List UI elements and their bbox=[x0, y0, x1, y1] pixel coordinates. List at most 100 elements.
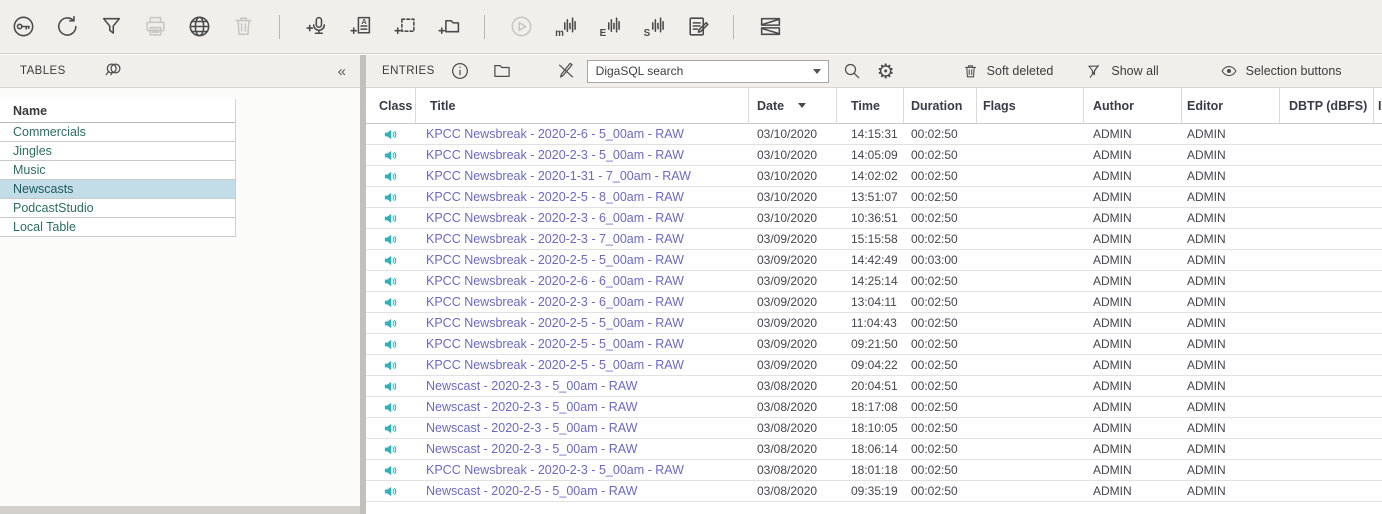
speaker-icon[interactable] bbox=[383, 442, 398, 457]
table-row[interactable]: Newscast - 2020-2-5 - 5_00am - RAW 03/08… bbox=[366, 481, 1382, 502]
clear-search-icon[interactable] bbox=[555, 60, 577, 82]
row-date: 03/09/2020 bbox=[749, 316, 837, 330]
table-row[interactable]: KPCC Newsbreak - 2020-2-6 - 5_00am - RAW… bbox=[366, 124, 1382, 145]
sidebar-table-item[interactable]: Commercials bbox=[0, 123, 235, 142]
table-row[interactable]: KPCC Newsbreak - 2020-2-3 - 6_00am - RAW… bbox=[366, 292, 1382, 313]
speaker-icon[interactable] bbox=[383, 169, 398, 184]
row-title: KPCC Newsbreak - 2020-2-3 - 5_00am - RAW bbox=[416, 148, 749, 162]
sidebar-table-item[interactable]: Music bbox=[0, 161, 235, 180]
search-dropdown-icon[interactable] bbox=[813, 69, 821, 74]
speaker-icon[interactable] bbox=[383, 274, 398, 289]
speaker-icon[interactable] bbox=[383, 253, 398, 268]
speaker-icon[interactable] bbox=[383, 127, 398, 142]
row-class-cell bbox=[366, 379, 416, 394]
column-header-flags[interactable]: Flags bbox=[977, 88, 1084, 123]
table-row[interactable]: KPCC Newsbreak - 2020-2-3 - 7_00am - RAW… bbox=[366, 229, 1382, 250]
sidebar-table-item[interactable]: PodcastStudio bbox=[0, 199, 235, 218]
column-header-duration[interactable]: Duration bbox=[904, 88, 977, 123]
speaker-icon[interactable] bbox=[383, 337, 398, 352]
web-icon[interactable] bbox=[186, 14, 212, 40]
crossfade-editor-icon[interactable] bbox=[757, 14, 783, 40]
row-title: Newscast - 2020-2-5 - 5_00am - RAW bbox=[416, 484, 749, 498]
entries-panel-header: ENTRIES DigaSQL search ⚙ Soft deleted Sh… bbox=[366, 55, 1382, 88]
editor-e-icon[interactable]: E bbox=[596, 14, 622, 40]
speaker-icon[interactable] bbox=[383, 295, 398, 310]
table-row[interactable]: KPCC Newsbreak - 2020-2-5 - 5_00am - RAW… bbox=[366, 313, 1382, 334]
speaker-icon[interactable] bbox=[383, 358, 398, 373]
table-row[interactable]: KPCC Newsbreak - 2020-2-3 - 6_00am - RAW… bbox=[366, 208, 1382, 229]
new-folder-icon[interactable] bbox=[435, 14, 461, 40]
speaker-icon[interactable] bbox=[383, 211, 398, 226]
table-row[interactable]: Newscast - 2020-2-3 - 5_00am - RAW 03/08… bbox=[366, 376, 1382, 397]
tables-panel: TABLES « Name CommercialsJinglesMusicNew… bbox=[0, 55, 360, 514]
folder-icon[interactable] bbox=[491, 60, 513, 82]
record-new-icon[interactable] bbox=[303, 14, 329, 40]
key-icon[interactable] bbox=[10, 14, 36, 40]
sidebar-table-item[interactable]: Jingles bbox=[0, 142, 235, 161]
row-title: KPCC Newsbreak - 2020-2-6 - 6_00am - RAW bbox=[416, 274, 749, 288]
table-row[interactable]: KPCC Newsbreak - 2020-1-31 - 7_00am - RA… bbox=[366, 166, 1382, 187]
eye-icon bbox=[1219, 61, 1239, 81]
speaker-icon[interactable] bbox=[383, 400, 398, 415]
filter-icon[interactable] bbox=[98, 14, 124, 40]
toolbar-separator bbox=[484, 15, 485, 39]
edit-entry-icon[interactable] bbox=[684, 14, 710, 40]
column-header-dbtp-dbfs-[interactable]: DBTP (dBFS) bbox=[1280, 88, 1374, 123]
row-author: ADMIN bbox=[1084, 358, 1182, 372]
row-editor: ADMIN bbox=[1182, 379, 1280, 393]
table-row[interactable]: KPCC Newsbreak - 2020-2-5 - 8_00am - RAW… bbox=[366, 187, 1382, 208]
row-editor: ADMIN bbox=[1182, 463, 1280, 477]
speaker-icon[interactable] bbox=[383, 421, 398, 436]
row-time: 14:05:09 bbox=[837, 148, 904, 162]
multitrack-editor-icon[interactable]: m bbox=[552, 14, 578, 40]
speaker-icon[interactable] bbox=[383, 148, 398, 163]
tables-list: CommercialsJinglesMusicNewscastsPodcastS… bbox=[0, 123, 235, 237]
selection-buttons-toggle[interactable]: Selection buttons bbox=[1219, 61, 1342, 81]
tables-column-header[interactable]: Name bbox=[0, 99, 235, 123]
column-header-editor[interactable]: Editor bbox=[1182, 88, 1280, 123]
speaker-icon[interactable] bbox=[383, 232, 398, 247]
row-editor: ADMIN bbox=[1182, 211, 1280, 225]
table-row[interactable]: Newscast - 2020-2-3 - 5_00am - RAW 03/08… bbox=[366, 418, 1382, 439]
column-header-class[interactable]: Class bbox=[366, 88, 416, 123]
digasql-search-input[interactable]: DigaSQL search bbox=[587, 60, 829, 83]
refresh-icon[interactable] bbox=[54, 14, 80, 40]
speaker-icon[interactable] bbox=[383, 190, 398, 205]
info-icon[interactable] bbox=[449, 60, 471, 82]
table-row[interactable]: KPCC Newsbreak - 2020-2-6 - 6_00am - RAW… bbox=[366, 271, 1382, 292]
selection-buttons-label: Selection buttons bbox=[1246, 64, 1342, 78]
column-header-title[interactable]: Title bbox=[416, 88, 749, 123]
sidebar-table-item[interactable]: Newscasts bbox=[0, 180, 235, 199]
table-row[interactable]: Newscast - 2020-2-3 - 5_00am - RAW 03/08… bbox=[366, 397, 1382, 418]
row-author: ADMIN bbox=[1084, 190, 1182, 204]
table-search-icon[interactable] bbox=[102, 60, 124, 82]
soft-deleted-toggle[interactable]: Soft deleted bbox=[961, 62, 1054, 81]
column-header-i[interactable]: I bbox=[1374, 88, 1382, 123]
row-time: 14:02:02 bbox=[837, 169, 904, 183]
row-author: ADMIN bbox=[1084, 421, 1182, 435]
new-region-icon[interactable] bbox=[391, 14, 417, 40]
table-row[interactable]: Newscast - 2020-2-3 - 5_00am - RAW 03/08… bbox=[366, 439, 1382, 460]
row-author: ADMIN bbox=[1084, 379, 1182, 393]
speaker-icon[interactable] bbox=[383, 379, 398, 394]
row-duration: 00:02:50 bbox=[904, 421, 977, 435]
new-text-entry-icon[interactable]: A bbox=[347, 14, 373, 40]
editor-s-icon[interactable]: S bbox=[640, 14, 666, 40]
show-all-toggle[interactable]: Show all bbox=[1085, 62, 1158, 81]
table-row[interactable]: KPCC Newsbreak - 2020-2-5 - 5_00am - RAW… bbox=[366, 250, 1382, 271]
column-header-time[interactable]: Time bbox=[837, 88, 904, 123]
table-row[interactable]: KPCC Newsbreak - 2020-2-3 - 5_00am - RAW… bbox=[366, 460, 1382, 481]
search-icon[interactable] bbox=[841, 60, 863, 82]
table-row[interactable]: KPCC Newsbreak - 2020-2-5 - 5_00am - RAW… bbox=[366, 355, 1382, 376]
sidebar-scrollbar[interactable] bbox=[0, 506, 360, 514]
column-header-date[interactable]: Date bbox=[749, 88, 837, 123]
column-header-author[interactable]: Author bbox=[1084, 88, 1182, 123]
sidebar-table-item[interactable]: Local Table bbox=[0, 218, 235, 237]
collapse-panel-button[interactable]: « bbox=[338, 63, 346, 80]
table-row[interactable]: KPCC Newsbreak - 2020-2-5 - 5_00am - RAW… bbox=[366, 334, 1382, 355]
speaker-icon[interactable] bbox=[383, 316, 398, 331]
speaker-icon[interactable] bbox=[383, 484, 398, 499]
speaker-icon[interactable] bbox=[383, 463, 398, 478]
table-row[interactable]: KPCC Newsbreak - 2020-2-3 - 5_00am - RAW… bbox=[366, 145, 1382, 166]
gear-icon[interactable]: ⚙ bbox=[875, 60, 897, 82]
